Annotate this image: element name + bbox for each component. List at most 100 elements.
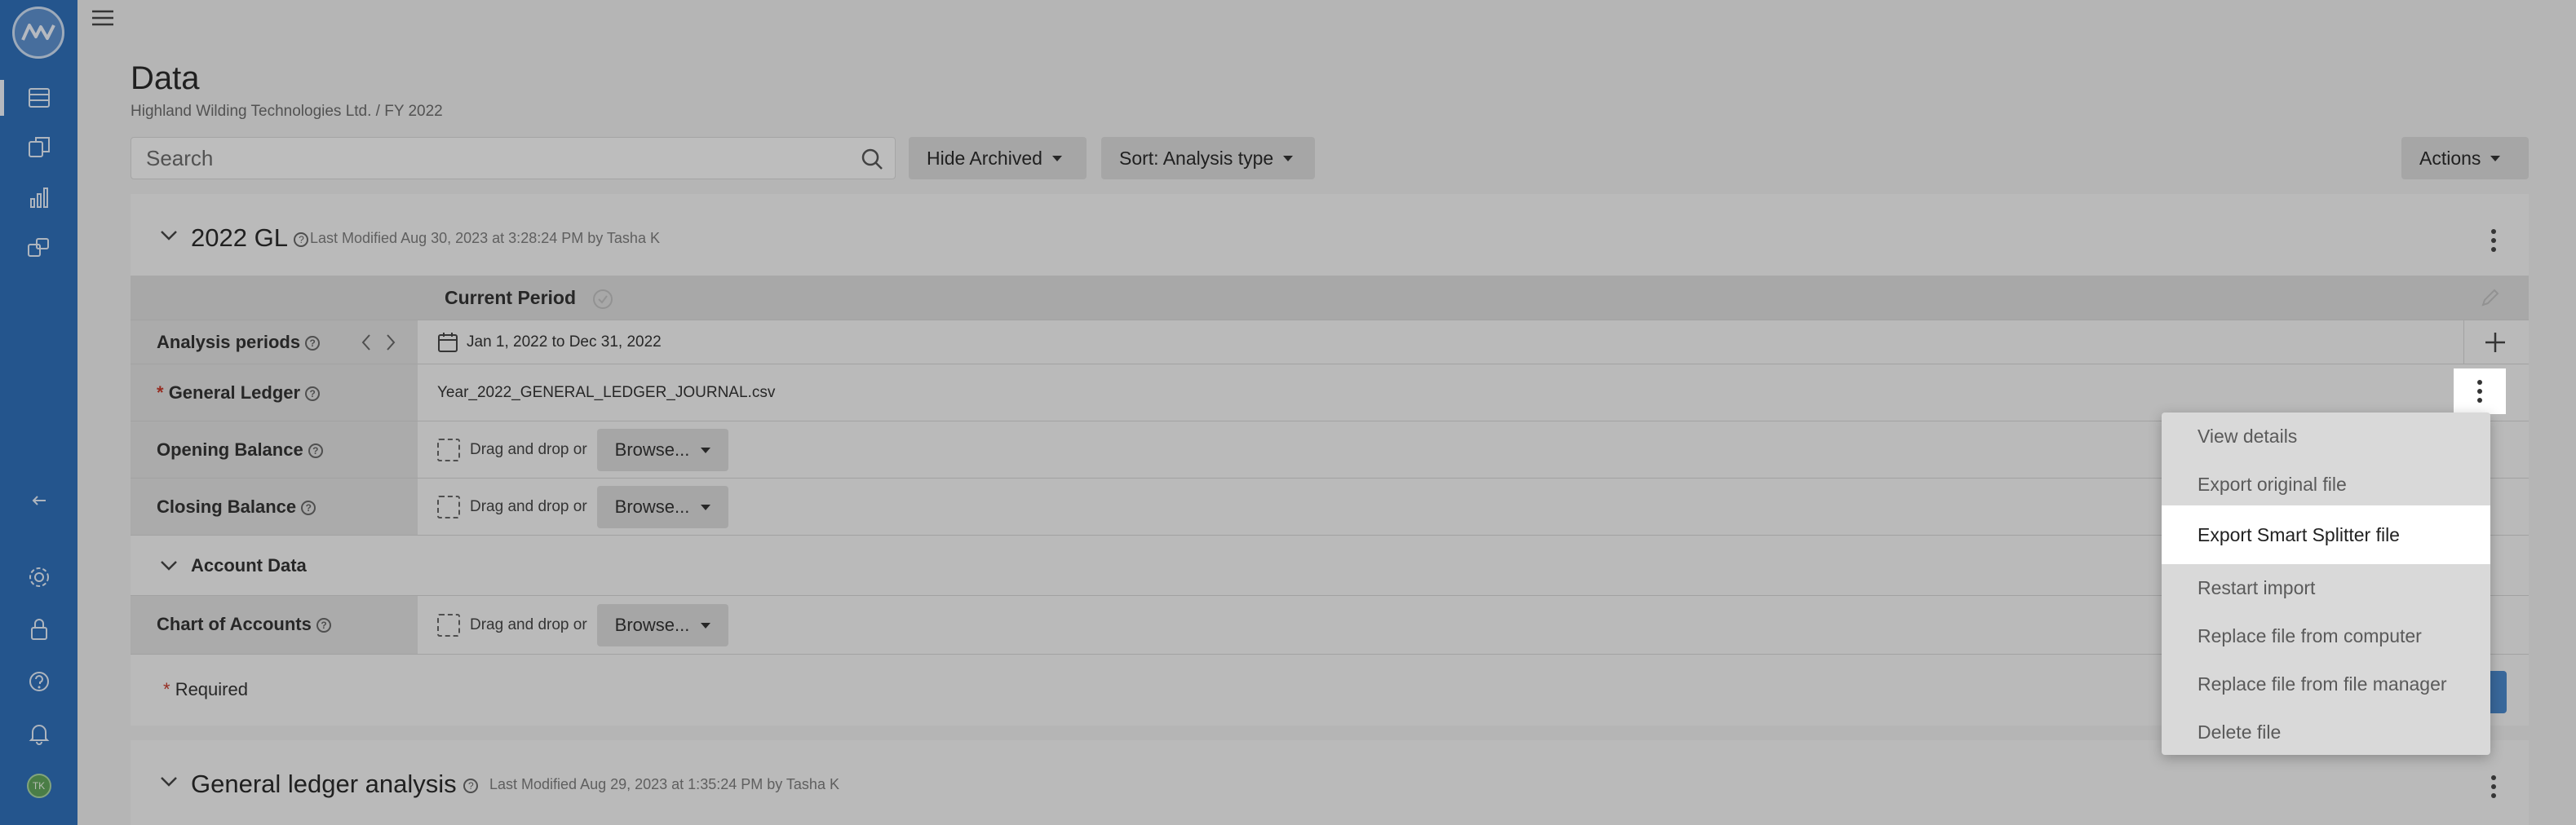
period-label: Current Period xyxy=(445,287,613,310)
analysis-period-value[interactable]: Jan 1, 2022 to Dec 31, 2022 xyxy=(437,332,662,353)
menu-item-restart-import[interactable]: Restart import xyxy=(2162,564,2490,612)
upload-icon xyxy=(437,614,460,637)
menu-item-replace-file-from-file-manager[interactable]: Replace file from file manager xyxy=(2162,660,2490,708)
calendar-icon xyxy=(438,333,458,352)
save-button[interactable] xyxy=(2490,671,2507,713)
chevron-down-icon[interactable] xyxy=(160,560,178,571)
hamburger-icon xyxy=(92,10,113,26)
hide-archived-dropdown[interactable]: Hide Archived xyxy=(909,137,1087,179)
menu-item-replace-file-from-computer[interactable]: Replace file from computer xyxy=(2162,612,2490,660)
sidebar-item-settings[interactable] xyxy=(0,554,77,600)
menu-toggle-button[interactable] xyxy=(90,5,116,35)
more-vertical-icon[interactable] xyxy=(2490,774,2498,799)
card-title: 2022 GL ? xyxy=(191,223,309,253)
page-title: Data xyxy=(131,60,200,96)
help-icon[interactable]: ? xyxy=(301,501,316,516)
chevron-down-icon xyxy=(701,622,711,629)
add-period-button[interactable] xyxy=(2463,320,2529,364)
menu-item-export-smart-splitter-file[interactable]: Export Smart Splitter file xyxy=(2162,505,2490,564)
bar-chart-icon xyxy=(29,188,48,208)
help-icon[interactable]: ? xyxy=(294,232,309,247)
browse-button[interactable]: Browse... xyxy=(596,604,729,646)
bell-icon xyxy=(29,725,49,745)
sidebar-collapse-button[interactable] xyxy=(0,478,77,523)
chevron-down-icon xyxy=(1051,155,1062,161)
actions-label: Actions xyxy=(2419,147,2481,169)
transfer-icon xyxy=(27,238,49,257)
actions-dropdown[interactable]: Actions xyxy=(2401,137,2529,179)
chevron-down-icon xyxy=(701,504,711,510)
chart-of-accounts-text: Chart of Accounts xyxy=(157,614,312,634)
pencil-icon[interactable] xyxy=(2480,287,2501,308)
search-icon xyxy=(861,148,883,170)
gear-icon xyxy=(29,567,49,587)
opening-balance-dropzone[interactable]: Drag and drop or Browse... xyxy=(437,429,729,471)
required-text: Required xyxy=(175,679,248,699)
last-modified-text: Last Modified Aug 30, 2023 at 3:28:24 PM… xyxy=(310,230,660,246)
browse-button[interactable]: Browse... xyxy=(596,429,729,471)
plus-icon xyxy=(2485,333,2505,352)
upload-icon xyxy=(437,496,460,518)
upload-icon xyxy=(437,439,460,461)
sidebar-item-data[interactable] xyxy=(0,75,77,121)
more-vertical-icon[interactable] xyxy=(2490,228,2498,253)
menu-item-delete-file[interactable]: Delete file xyxy=(2162,708,2490,757)
chevron-down-icon xyxy=(1283,155,1294,161)
browse-button[interactable]: Browse... xyxy=(596,486,729,528)
help-icon[interactable]: ? xyxy=(305,336,321,351)
collapse-arrow-icon xyxy=(32,496,46,505)
copy-icon xyxy=(28,137,50,157)
row-label-cell: * General Ledger ? xyxy=(131,364,418,421)
opening-balance-label: Opening Balance ? xyxy=(157,439,323,461)
hide-archived-label: Hide Archived xyxy=(927,147,1042,169)
chart-of-accounts-dropzone[interactable]: Drag and drop or Browse... xyxy=(437,604,729,646)
opening-balance-text: Opening Balance xyxy=(157,439,303,460)
search-input[interactable] xyxy=(146,144,831,172)
sidebar-item-security[interactable] xyxy=(0,607,77,652)
sidebar-item-notifications[interactable] xyxy=(0,711,77,757)
chevron-down-icon xyxy=(701,447,711,453)
app-logo[interactable] xyxy=(12,7,64,59)
closing-balance-dropzone[interactable]: Drag and drop or Browse... xyxy=(437,486,729,528)
chevron-down-icon xyxy=(2490,155,2501,161)
sidebar-item-transfer[interactable] xyxy=(0,225,77,271)
row-label-cell: Analysis periods ? xyxy=(131,320,418,364)
drop-text: Drag and drop or xyxy=(470,498,587,515)
help-icon[interactable]: ? xyxy=(463,778,479,793)
search-button[interactable] xyxy=(861,148,883,174)
last-modified-text: Last Modified Aug 29, 2023 at 1:35:24 PM… xyxy=(489,776,839,792)
file-options-button[interactable] xyxy=(2454,368,2506,414)
chevron-down-icon[interactable] xyxy=(160,230,178,241)
lock-icon xyxy=(30,619,47,640)
file-options-menu: View details Export original file Export… xyxy=(2162,412,2490,755)
chevron-left-icon[interactable] xyxy=(361,333,372,351)
chevron-down-icon[interactable] xyxy=(160,776,178,788)
analysis-period-text: Jan 1, 2022 to Dec 31, 2022 xyxy=(467,333,662,351)
general-ledger-file-name[interactable]: Year_2022_GENERAL_LEDGER_JOURNAL.csv xyxy=(437,384,775,402)
sort-dropdown[interactable]: Sort: Analysis type xyxy=(1101,137,1315,179)
sidebar-item-documents[interactable] xyxy=(0,124,77,170)
breadcrumb[interactable]: Highland Wilding Technologies Ltd. / FY … xyxy=(131,103,443,121)
more-vertical-icon xyxy=(2477,380,2482,403)
analysis-periods-label: Analysis periods ? xyxy=(157,332,321,353)
help-icon[interactable]: ? xyxy=(316,618,331,633)
drop-text: Drag and drop or xyxy=(470,441,587,458)
analysis-periods-text: Analysis periods xyxy=(157,332,301,352)
closing-balance-text: Closing Balance xyxy=(157,496,297,517)
card-title: General ledger analysis ? xyxy=(191,770,479,799)
help-icon[interactable]: ? xyxy=(305,386,321,402)
chevron-right-icon[interactable] xyxy=(385,333,396,351)
logo-mark-icon xyxy=(21,24,55,41)
menu-item-view-details[interactable]: View details xyxy=(2162,412,2490,461)
browse-label: Browse... xyxy=(614,615,690,635)
sidebar-item-analytics[interactable] xyxy=(0,174,77,220)
sidebar-item-help[interactable] xyxy=(0,659,77,704)
menu-item-export-original-file[interactable]: Export original file xyxy=(2162,461,2490,509)
analysis-periods-row: Analysis periods ? Jan 1, 2022 to Dec 31… xyxy=(131,320,2529,364)
help-icon[interactable]: ? xyxy=(308,443,323,459)
sidebar-item-profile[interactable]: TK xyxy=(0,763,77,809)
card-title-text: General ledger analysis xyxy=(191,770,457,798)
database-icon xyxy=(28,88,50,108)
help-icon xyxy=(29,672,49,691)
general-ledger-text: General Ledger xyxy=(168,382,301,403)
